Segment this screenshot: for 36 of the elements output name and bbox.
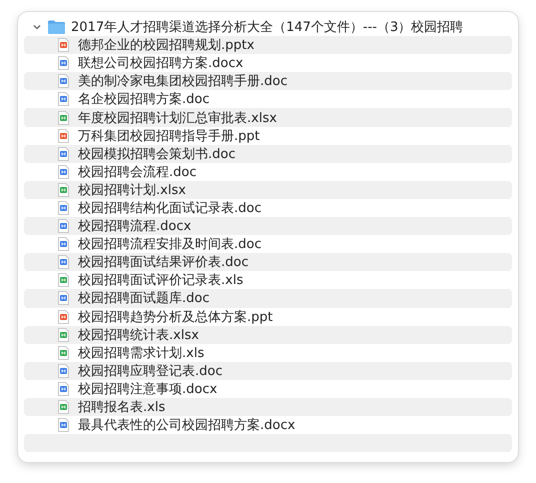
document-file-icon: [58, 382, 69, 396]
spreadsheet-file-icon: [58, 328, 69, 342]
document-file-icon: [58, 364, 69, 378]
document-file-icon: [58, 418, 69, 432]
folder-name: 2017年人才招聘渠道选择分析大全（147个文件）---（3）校园招聘: [71, 19, 464, 36]
file-name[interactable]: 校园招聘需求计划.xls: [78, 344, 204, 362]
spreadsheet-file-icon: [58, 400, 69, 414]
presentation-file-icon: [58, 310, 69, 324]
document-file-icon: [58, 200, 69, 215]
spreadsheet-file-icon: [58, 182, 69, 197]
document-file-icon: [58, 56, 69, 70]
document-file-icon: [58, 291, 69, 306]
document-file-icon: [58, 146, 69, 161]
document-file-icon: [58, 219, 69, 234]
spreadsheet-file-icon: [58, 110, 69, 125]
file-name[interactable]: 最具代表性的公司校园招聘方案.docx: [78, 416, 296, 434]
file-name[interactable]: 名企校园招聘方案.doc: [78, 90, 210, 108]
document-file-icon: [58, 164, 69, 179]
file-name[interactable]: 联想公司校园招聘方案.docx: [78, 54, 244, 72]
file-name[interactable]: 万科集团校园招聘指导手册.ppt: [78, 126, 260, 145]
file-name[interactable]: 校园招聘流程安排及时间表.doc: [78, 235, 262, 254]
presentation-file-icon: [58, 38, 69, 52]
file-name[interactable]: 校园招聘会流程.doc: [78, 162, 196, 181]
file-name[interactable]: 校园招聘结构化面试记录表.doc: [78, 198, 262, 217]
file-name[interactable]: 校园招聘面试评价记录表.xls: [78, 271, 244, 290]
folder-icon: [48, 20, 65, 34]
presentation-file-icon: [58, 128, 69, 143]
document-file-icon: [58, 92, 69, 106]
spreadsheet-file-icon: [58, 273, 69, 288]
document-file-icon: [58, 74, 69, 88]
file-name[interactable]: 校园招聘注意事项.docx: [78, 380, 218, 398]
document-file-icon: [58, 237, 69, 252]
document-file-icon: [58, 255, 69, 270]
file-name[interactable]: 招聘报名表.xls: [78, 398, 166, 416]
spreadsheet-file-icon: [58, 346, 69, 360]
file-name[interactable]: 校园招聘趋势分析及总体方案.ppt: [78, 308, 273, 326]
